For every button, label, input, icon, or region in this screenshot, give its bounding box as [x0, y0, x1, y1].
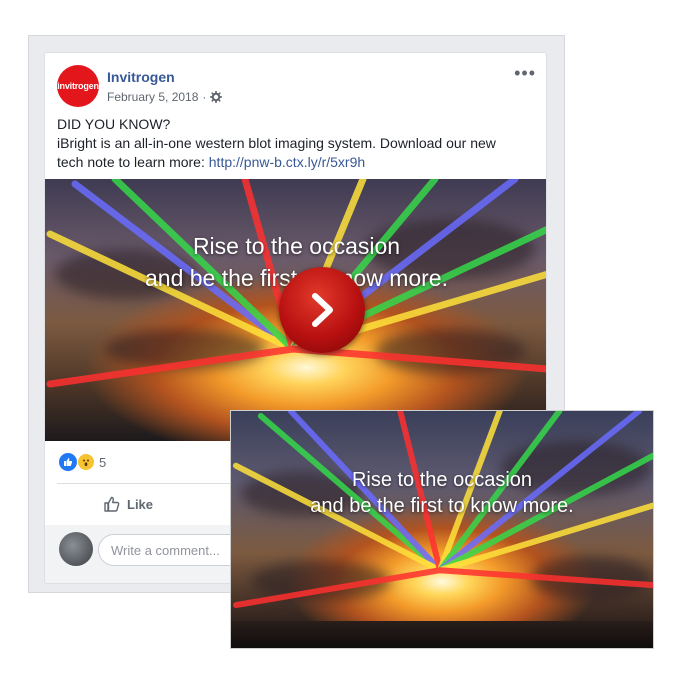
- reactions-summary[interactable]: 5: [59, 453, 106, 471]
- reaction-count: 5: [99, 454, 107, 470]
- post-text-prefix: tech note to learn more:: [57, 154, 205, 170]
- user-avatar[interactable]: [59, 532, 93, 566]
- post-text-line-3: tech note to learn more: http://pnw-b.ct…: [57, 153, 537, 172]
- logo-text: invitrogen: [57, 81, 99, 91]
- post-text-line-2: iBright is an all-in-one western blot im…: [57, 135, 496, 151]
- post-link[interactable]: http://pnw-b.ctx.ly/r/5xr9h: [209, 154, 365, 170]
- like-label: Like: [127, 496, 154, 512]
- post-text-line-1: DID YOU KNOW?: [57, 116, 171, 132]
- light-beams: [232, 411, 653, 609]
- more-options-icon[interactable]: •••: [514, 64, 536, 82]
- video-caption-line-1: Rise to the occasion: [192, 233, 401, 259]
- invitrogen-logo-avatar[interactable]: invitrogen: [57, 65, 99, 107]
- post-date[interactable]: February 5, 2018: [107, 90, 198, 104]
- post-media-video[interactable]: Rise to the occasion and be the first to…: [45, 179, 546, 441]
- video-caption-line-1: Rise to the occasion: [351, 469, 533, 491]
- gear-icon[interactable]: [210, 91, 223, 103]
- page-name-link[interactable]: Invitrogen: [107, 69, 175, 85]
- horizon-water: [231, 621, 653, 648]
- video-caption-line-2: and be the first to know more.: [310, 495, 574, 517]
- video-preview-panel[interactable]: Rise to the occasion and be the first to…: [230, 410, 654, 649]
- post-body: DID YOU KNOW? iBright is an all-in-one w…: [57, 115, 537, 172]
- thumbs-up-icon: [104, 496, 120, 512]
- post-meta: February 5, 2018 ·: [107, 90, 223, 104]
- like-button[interactable]: Like: [103, 495, 153, 513]
- wow-reaction-icon: [77, 453, 95, 471]
- like-reaction-icon: [59, 453, 77, 471]
- date-separator: ·: [202, 90, 207, 104]
- play-button[interactable]: [279, 267, 365, 353]
- chevron-right-icon: [312, 293, 333, 327]
